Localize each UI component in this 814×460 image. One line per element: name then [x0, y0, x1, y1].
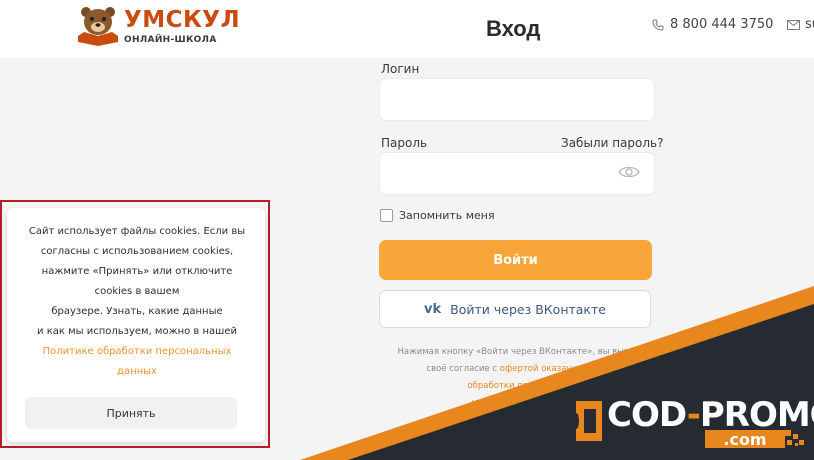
remember-me[interactable]: Запомнить меня — [380, 209, 495, 222]
page-title: Вход — [486, 16, 541, 41]
login-button[interactable]: Войти — [379, 240, 652, 280]
consent-link[interactable]: на обработку персо — [472, 398, 561, 408]
privacy-link[interactable]: обработки персональ — [467, 381, 564, 391]
cookie-text: Сайт использует файлы cookies. Если вы с… — [17, 222, 257, 382]
cookie-text-line: cookies в вашем — [94, 286, 180, 297]
cookie-text-line: нажмите «Принять» или отключите — [41, 266, 233, 277]
remember-label: Запомнить меня — [399, 209, 495, 222]
offer-link[interactable]: офертой оказания услу — [500, 364, 606, 374]
login-input[interactable] — [380, 79, 654, 120]
vk-login-button[interactable]: vk Войти через ВКонтакте — [379, 290, 651, 328]
cookie-text-line: и как мы используем, можно в нашей — [37, 326, 237, 337]
logo[interactable]: УМСКУЛ ОНЛАЙН-ШКОЛА — [76, 4, 246, 48]
eye-icon[interactable] — [618, 165, 640, 179]
password-label: Пароль — [381, 136, 428, 150]
consent-line: Нажимая кнопку «Войти через ВКонтакте», … — [397, 347, 635, 357]
header: УМСКУЛ ОНЛАЙН-ШКОЛА Вход 8 800 444 3750 … — [0, 0, 814, 58]
cookie-banner: Сайт использует файлы cookies. Если вы с… — [7, 208, 265, 442]
bear-logo-icon — [78, 7, 118, 46]
login-label: Логин — [381, 62, 420, 76]
remember-checkbox[interactable] — [380, 209, 393, 222]
watermark-text: COD-PROMO — [607, 395, 814, 435]
cookie-text-line: браузере. Узнать, какие данные — [51, 306, 223, 317]
watermark-suffix: .com — [705, 430, 785, 449]
phone-number: 8 800 444 3750 — [670, 17, 774, 32]
password-input[interactable] — [380, 153, 654, 194]
logo-subtitle: ОНЛАЙН-ШКОЛА — [124, 35, 217, 45]
vk-icon: vk — [424, 301, 442, 317]
accept-cookies-button[interactable]: Принять — [25, 397, 237, 429]
vk-button-label: Войти через ВКонтакте — [450, 301, 606, 317]
phone-link[interactable]: 8 800 444 3750 — [652, 17, 773, 32]
email-link[interactable]: su — [787, 17, 814, 32]
ticket-icon — [576, 401, 602, 441]
pixel-decoration-icon — [785, 430, 804, 446]
consent-line: обработки персональ — [380, 378, 652, 395]
privacy-policy-link[interactable]: данных — [17, 362, 257, 382]
cookie-highlight: Сайт использует файлы cookies. Если вы с… — [0, 200, 270, 448]
cookie-text-line: согласны с использованием cookies, — [40, 246, 234, 257]
cookie-text-line: Сайт использует файлы cookies. Если вы — [28, 226, 246, 237]
forgot-password-link[interactable]: Забыли пароль? — [561, 136, 663, 150]
consent-line: своё согласие с офертой оказания услу — [426, 364, 606, 374]
phone-icon — [652, 19, 664, 31]
logo-name: УМСКУЛ — [124, 7, 241, 33]
privacy-policy-link[interactable]: Политике обработки персональных — [17, 342, 257, 362]
email-text: su — [805, 17, 814, 32]
envelope-icon — [787, 19, 800, 30]
